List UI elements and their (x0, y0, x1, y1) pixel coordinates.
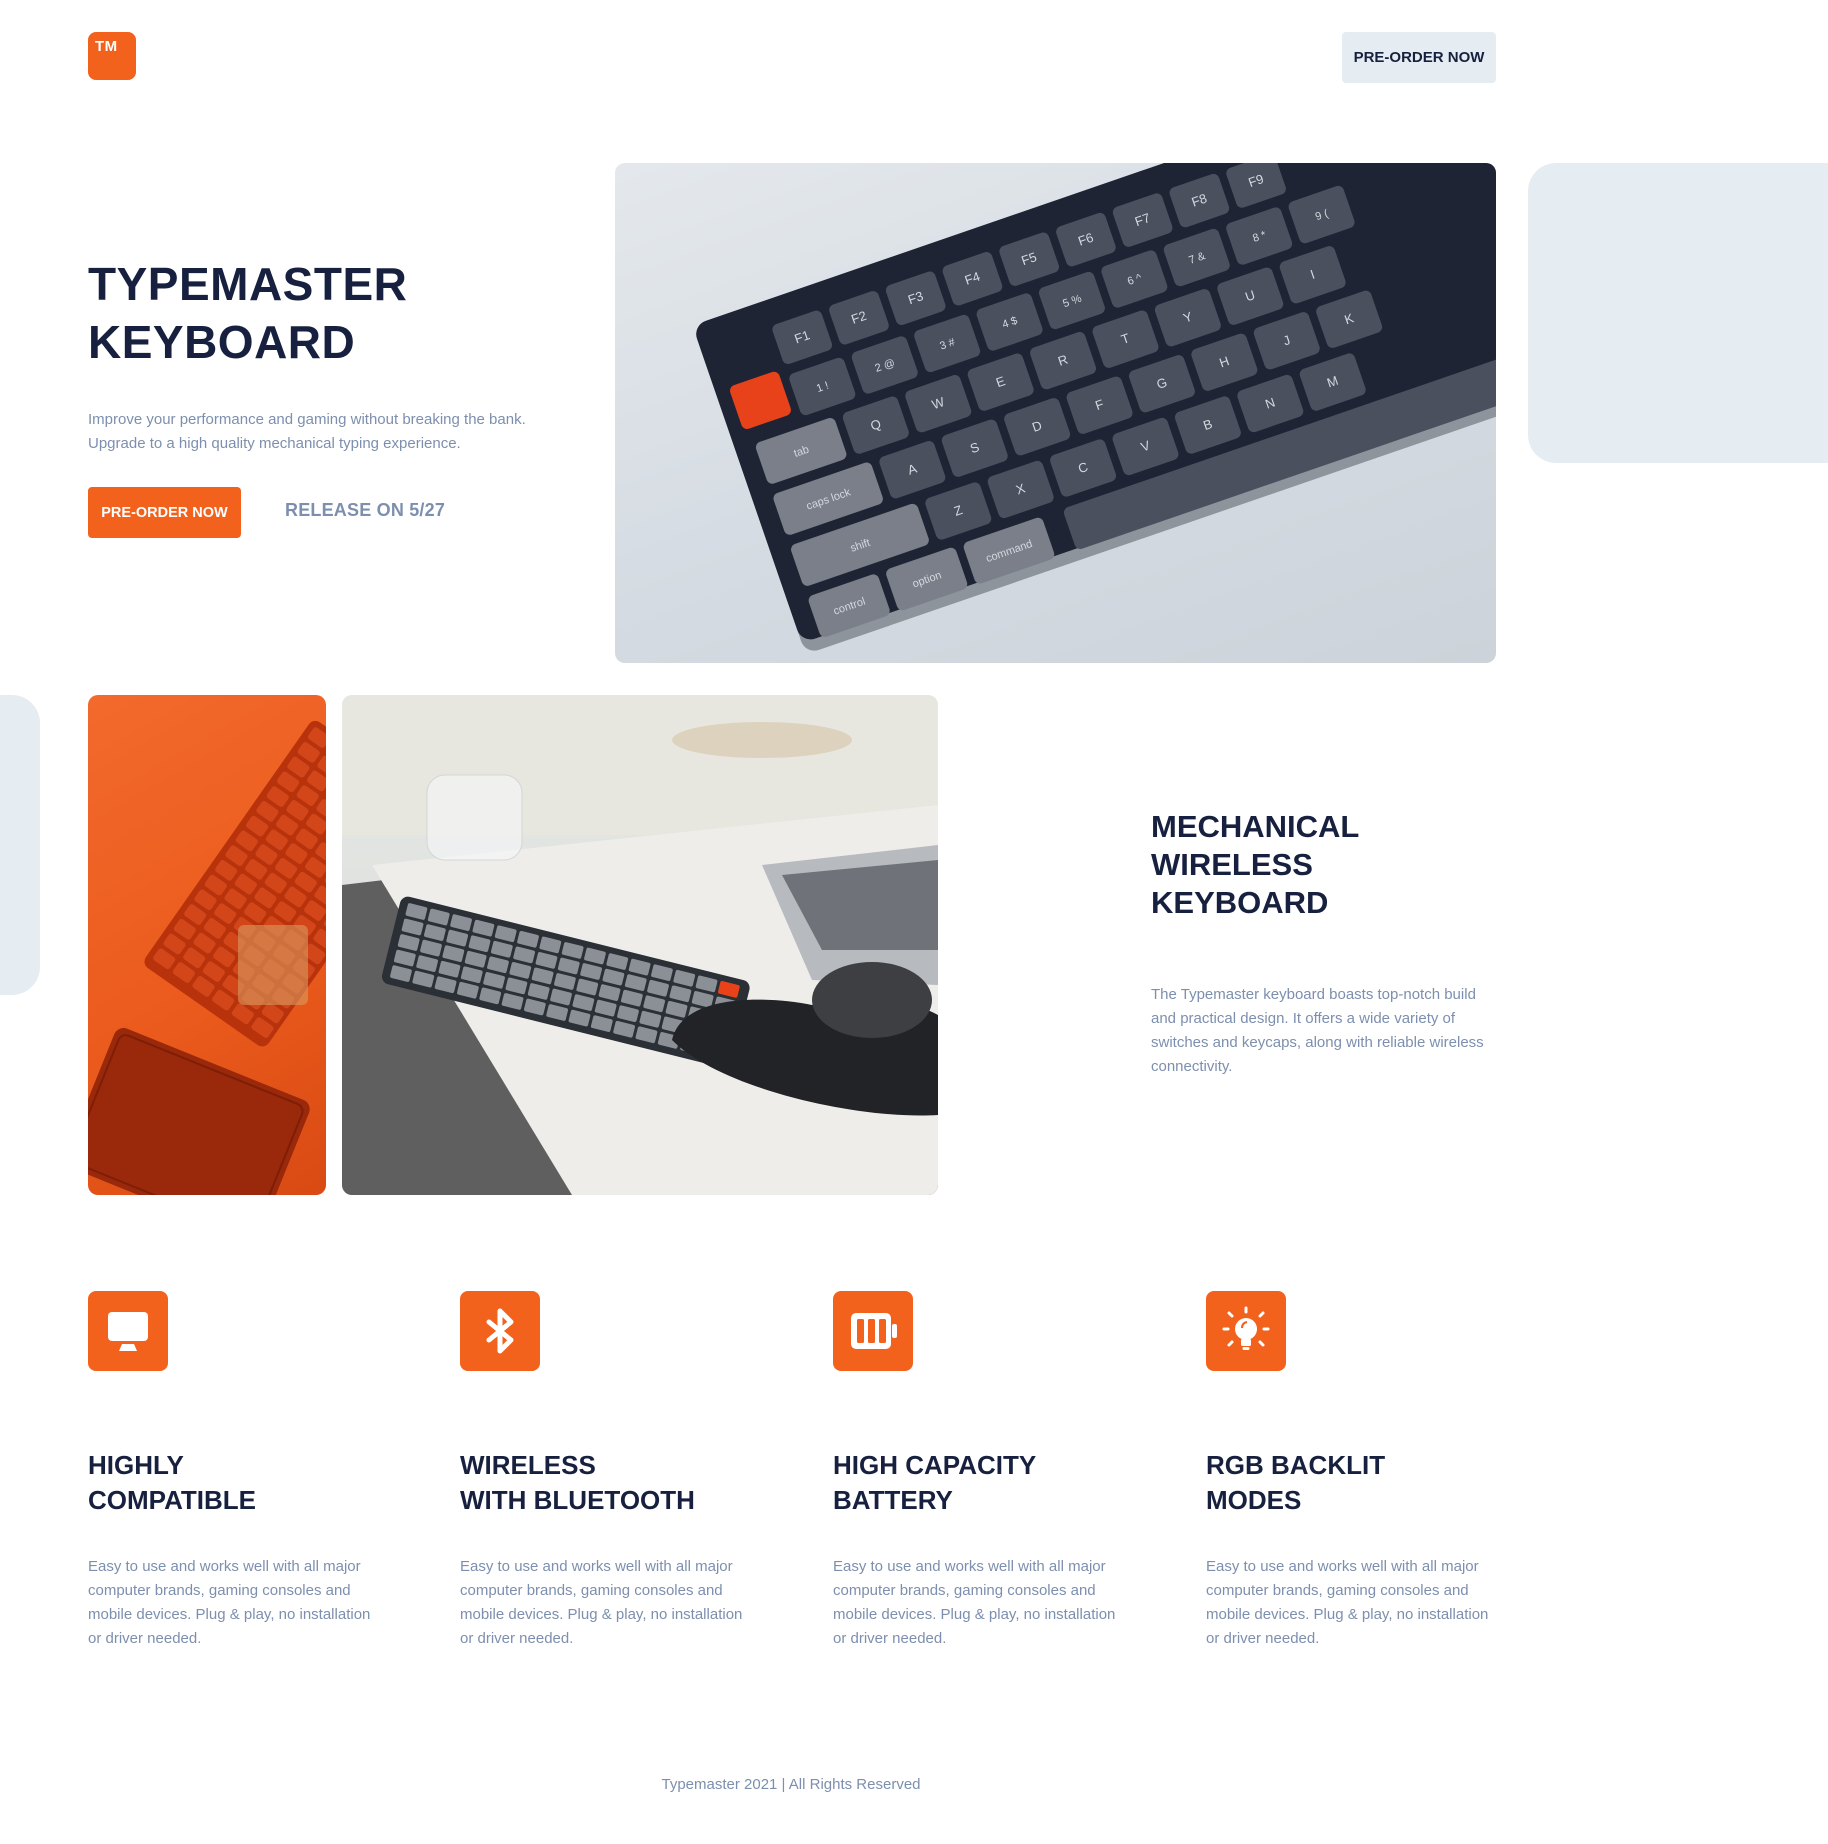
brand-logo[interactable]: TM (88, 32, 136, 80)
feature-title-line2: WITH BLUETOOTH (460, 1485, 695, 1515)
orange-keyboard-image (88, 695, 326, 1195)
feature-title: WIRELESS WITH BLUETOOTH (460, 1448, 760, 1518)
hero-keyboard-image: F1 F2 F3 F4 F5 F6 F7 F8 F9 1 ! 2 @3 #4 $5 % 6 ^ 7 & 8… (615, 163, 1496, 663)
decorative-panel-right (1528, 163, 1828, 463)
section-title-line2: WIRELESS (1151, 847, 1313, 882)
section-title-line1: MECHANICAL (1151, 809, 1360, 844)
feature-title-line1: WIRELESS (460, 1450, 596, 1480)
feature-compatible: HIGHLY COMPATIBLE Easy to use and works w… (88, 1291, 388, 1651)
hero-title: TYPEMASTER KEYBOARD (88, 255, 588, 371)
hero-subtitle-line1: Improve your performance and gaming with… (88, 411, 526, 428)
keyboard-illustration: F1F2F3F4F5F6F7F8F91 !2 @3 #4 $5 %6 ^7 &8… (696, 163, 1496, 651)
wood-block (238, 925, 308, 1005)
footer-text: Typemaster 2021 | All Rights Reserved (661, 1776, 921, 1793)
hero-title-line2: KEYBOARD (88, 316, 356, 368)
release-date: RELEASE ON 5/27 (285, 500, 446, 520)
background-roll (672, 722, 852, 758)
feature-title-line1: HIGHLY (88, 1450, 184, 1480)
feature-title: RGB BACKLIT MODES (1206, 1448, 1506, 1518)
feature-bluetooth: WIRELESS WITH BLUETOOTH Easy to use and w… (460, 1291, 760, 1651)
feature-title-line1: RGB BACKLIT (1206, 1450, 1386, 1480)
feature-title-line2: COMPATIBLE (88, 1485, 257, 1515)
logo-text: TM (95, 38, 118, 55)
nav-preorder-button[interactable]: PRE-ORDER NOW (1342, 32, 1496, 83)
lightbulb-icon (1206, 1291, 1286, 1371)
orange-keyboard-illustration (88, 720, 326, 1195)
feature-title: HIGH CAPACITY BATTERY (833, 1448, 1133, 1518)
battery-icon (833, 1291, 913, 1371)
monitor-icon (88, 1291, 168, 1371)
feature-battery: HIGH CAPACITY BATTERY Easy to use and wor… (833, 1291, 1133, 1651)
hero-subtitle: Improve your performance and gaming with… (88, 408, 578, 456)
hero-preorder-button[interactable]: PRE-ORDER NOW (88, 487, 241, 538)
feature-text: Easy to use and works well with all majo… (833, 1558, 1116, 1647)
section-text: The Typemaster keyboard boasts top-notch… (1151, 986, 1484, 1075)
feature-title-line2: BATTERY (833, 1485, 953, 1515)
feature-text: Easy to use and works well with all majo… (460, 1558, 743, 1647)
section-title-line3: KEYBOARD (1151, 885, 1329, 920)
feature-rgb: RGB BACKLIT MODES Easy to use and works w… (1206, 1291, 1506, 1651)
desk-setup-image (342, 695, 938, 1195)
feature-title-line1: HIGH CAPACITY (833, 1450, 1037, 1480)
feature-text: Easy to use and works well with all majo… (1206, 1558, 1489, 1647)
bluetooth-icon (460, 1291, 540, 1371)
feature-title: HIGHLY COMPATIBLE (88, 1448, 388, 1518)
feature-text: Easy to use and works well with all majo… (88, 1558, 371, 1647)
hero-title-line1: TYPEMASTER (88, 258, 408, 310)
feature-title-line2: MODES (1206, 1485, 1302, 1515)
mouse (812, 962, 932, 1038)
desk-illustration (342, 695, 938, 1195)
section-title: MECHANICAL WIRELESS KEYBOARD (1151, 808, 1491, 922)
decorative-panel-left (0, 695, 40, 995)
hero-subtitle-line2: Upgrade to a high quality mechanical typ… (88, 435, 461, 452)
water-glass (426, 774, 523, 861)
